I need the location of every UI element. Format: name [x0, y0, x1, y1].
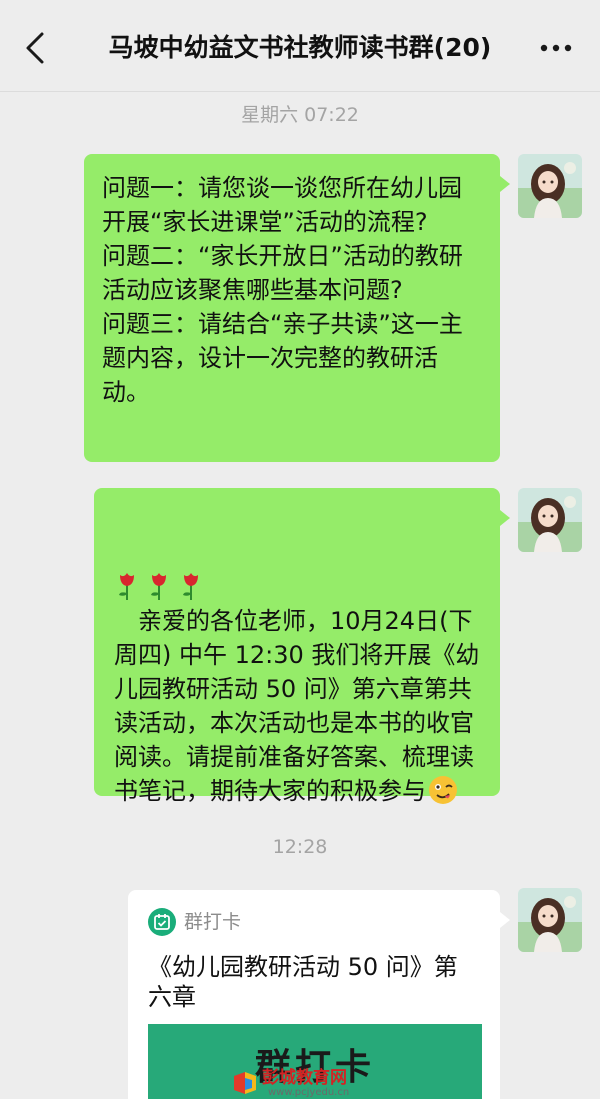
message-text: 亲爱的各位老师，10月24日(下周四) 中午 12:30 我们将开展《幼儿园教研…: [114, 607, 480, 805]
more-dots-icon: [540, 44, 572, 52]
back-button[interactable]: [18, 28, 54, 68]
message-content: 亲爱的各位老师，10月24日(下周四) 中午 12:30 我们将开展《幼儿园教研…: [114, 498, 484, 842]
header-divider: [0, 91, 600, 92]
rose-emoji-row: [114, 566, 484, 604]
user-avatar[interactable]: [518, 154, 582, 218]
chat-header: 马坡中幼益文书社教师读书群(20): [0, 0, 600, 92]
user-avatar[interactable]: [518, 488, 582, 552]
card-app-name: 群打卡: [184, 911, 242, 933]
watermark-text: 彭城教育网: [262, 1068, 347, 1088]
chevron-left-icon: [26, 32, 44, 64]
more-button[interactable]: [536, 30, 576, 66]
message-bubble[interactable]: 问题一：请您谈一谈您所在幼儿园开展“家长进课堂”活动的流程? 问题二：“家长开放…: [84, 154, 510, 462]
card-tail: [500, 912, 510, 928]
rose-icon: [114, 571, 140, 601]
watermark: 彭城教育网 www.pcjyedu.cn: [232, 1066, 382, 1099]
calendar-check-icon: [148, 908, 176, 936]
user-avatar[interactable]: [518, 888, 582, 952]
card-title: 《幼儿园教研活动 50 问》第六章: [148, 953, 458, 1011]
message-bubble[interactable]: 亲爱的各位老师，10月24日(下周四) 中午 12:30 我们将开展《幼儿园教研…: [94, 488, 510, 805]
rose-icon: [178, 571, 204, 601]
message-timestamp: 12:28: [272, 836, 328, 858]
winking-face-icon: [428, 775, 458, 805]
watermark-logo-icon: [232, 1070, 258, 1096]
watermark-url: www.pcjyedu.cn: [268, 1087, 350, 1098]
chat-title: 马坡中幼益文书社教师读书群(20): [108, 33, 492, 62]
rose-icon: [146, 571, 172, 601]
message-text: 问题一：请您谈一谈您所在幼儿园开展“家长进课堂”活动的流程? 问题二：“家长开放…: [102, 174, 463, 406]
message-timestamp: 星期六 07:22: [241, 104, 359, 126]
